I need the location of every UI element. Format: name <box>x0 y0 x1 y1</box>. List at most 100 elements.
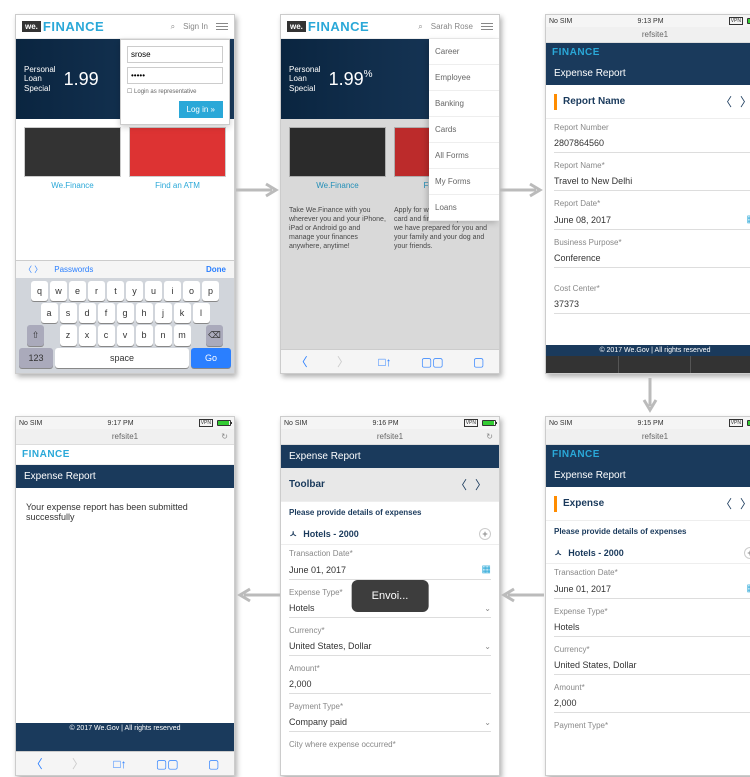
go-key[interactable]: Go <box>191 348 231 368</box>
menu-icon[interactable] <box>481 23 493 30</box>
key-e[interactable]: e <box>69 281 86 301</box>
key-a[interactable]: a <box>41 303 58 323</box>
key-v[interactable]: v <box>117 325 134 346</box>
tile-wefinance[interactable]: We.Finance <box>24 127 121 190</box>
add-icon[interactable]: + <box>479 528 491 540</box>
fwd-icon[interactable]: 〉 <box>72 755 84 772</box>
address-bar[interactable]: refsite1 <box>642 30 668 39</box>
space-key[interactable]: space <box>55 348 189 368</box>
key-d[interactable]: d <box>79 303 96 323</box>
back-icon[interactable]: 〈 <box>296 353 308 370</box>
tiles: We.Finance Find an ATM <box>16 119 234 198</box>
passwords-link[interactable]: Passwords <box>54 265 93 274</box>
key-s[interactable]: s <box>60 303 77 323</box>
key-u[interactable]: u <box>145 281 162 301</box>
key-g[interactable]: g <box>117 303 134 323</box>
bookmarks-icon[interactable]: ▢▢ <box>421 355 444 369</box>
key-t[interactable]: t <box>107 281 124 301</box>
login-button[interactable]: Log in » <box>179 101 223 118</box>
flow-arrow <box>500 585 544 605</box>
tabs-icon[interactable]: ▢ <box>208 757 219 771</box>
menu-icon[interactable] <box>216 23 228 30</box>
refresh-icon[interactable]: ↻ <box>221 432 228 441</box>
keyboard[interactable]: qwertyuiop asdfghjkl ⇧ zxcvbnm ⌫ 123spaceG… <box>16 278 234 373</box>
tabs-icon[interactable]: ▢ <box>473 355 484 369</box>
report-number-input[interactable]: 2807864560 <box>554 134 750 153</box>
amount-input[interactable]: 2,000 <box>554 694 750 713</box>
calendar-icon[interactable]: ▦ <box>747 214 750 225</box>
logo-finance: FINANCE <box>552 47 600 58</box>
section-report-name: Report Name〈〉 <box>546 85 750 119</box>
prev-icon[interactable]: 〈 <box>716 495 736 512</box>
accordion-hotels[interactable]: ㅅHotels - 2000+ <box>546 542 750 564</box>
screen-success: No SIM9:17 PMVPN refsite1↻ FINANCE Expen… <box>15 416 235 776</box>
key-z[interactable]: z <box>60 325 77 346</box>
purpose-input[interactable]: Conference <box>554 249 750 268</box>
search-icon[interactable]: ⌕ <box>171 22 175 32</box>
expense-type-select[interactable]: Hotels⌄ <box>554 618 750 637</box>
toolbar-label: Toolbar <box>289 479 451 490</box>
flow-arrow <box>640 378 660 414</box>
cost-center-input[interactable]: 37373 <box>554 295 750 314</box>
brand-bar: we.FINANCE ⌕Sarah Rose <box>281 15 499 39</box>
user-name[interactable]: Sarah Rose <box>431 22 473 31</box>
sending-toast: Envoi... <box>352 580 429 612</box>
numbers-key[interactable]: 123 <box>19 348 53 368</box>
key-f[interactable]: f <box>98 303 115 323</box>
signin-link[interactable]: Sign In <box>183 22 208 31</box>
done-button[interactable]: Done <box>206 265 226 274</box>
key-i[interactable]: i <box>164 281 181 301</box>
key-o[interactable]: o <box>183 281 200 301</box>
shift-key[interactable]: ⇧ <box>27 325 44 346</box>
key-m[interactable]: m <box>174 325 191 346</box>
search-icon[interactable]: ⌕ <box>418 22 422 32</box>
key-b[interactable]: b <box>136 325 153 346</box>
menu-item-employee[interactable]: Employee <box>429 65 499 91</box>
tile-atm[interactable]: Find an ATM <box>129 127 226 190</box>
menu-item-banking[interactable]: Banking <box>429 91 499 117</box>
flow-arrow <box>236 180 280 200</box>
screen-sending: No SIM9:16 PMVPN refsite1↻ Expense Repor… <box>280 416 500 776</box>
menu-item-loans[interactable]: Loans <box>429 195 499 221</box>
key-p[interactable]: p <box>202 281 219 301</box>
key-y[interactable]: y <box>126 281 143 301</box>
key-l[interactable]: l <box>193 303 210 323</box>
menu-item-career[interactable]: Career <box>429 39 499 65</box>
accordion-hotels[interactable]: ㅅHotels - 2000+ <box>281 523 499 545</box>
share-icon[interactable]: □↑ <box>113 757 126 771</box>
flow-arrow <box>500 180 544 200</box>
calendar-icon[interactable]: ▦ <box>747 583 750 594</box>
key-k[interactable]: k <box>174 303 191 323</box>
next-icon[interactable]: 〉 <box>736 93 750 110</box>
next-icon[interactable]: 〉 <box>736 495 750 512</box>
backspace-key[interactable]: ⌫ <box>206 325 223 346</box>
prev-icon[interactable]: 〈 <box>716 93 736 110</box>
transaction-date-input[interactable]: June 01, 2017▦ <box>554 579 750 599</box>
report-date-input[interactable]: June 08, 2017▦ <box>554 210 750 230</box>
report-name-input[interactable]: Travel to New Delhi <box>554 172 750 191</box>
menu-item-my-forms[interactable]: My Forms <box>429 169 499 195</box>
banner-rate: 1.99 <box>64 69 99 90</box>
username-input[interactable] <box>127 46 223 63</box>
success-message: Your expense report has been submitted s… <box>16 488 234 536</box>
key-w[interactable]: w <box>50 281 67 301</box>
rep-checkbox[interactable]: ☐ Login as representative <box>127 88 223 95</box>
menu-item-all-forms[interactable]: All Forms <box>429 143 499 169</box>
share-icon[interactable]: □↑ <box>378 355 391 369</box>
prev-icon[interactable]: 〈 <box>451 476 471 493</box>
key-j[interactable]: j <box>155 303 172 323</box>
key-r[interactable]: r <box>88 281 105 301</box>
menu-item-cards[interactable]: Cards <box>429 117 499 143</box>
key-h[interactable]: h <box>136 303 153 323</box>
bookmarks-icon[interactable]: ▢▢ <box>156 757 179 771</box>
add-icon[interactable]: + <box>744 547 750 559</box>
password-input[interactable] <box>127 67 223 84</box>
key-c[interactable]: c <box>98 325 115 346</box>
next-icon[interactable]: 〉 <box>471 476 491 493</box>
key-x[interactable]: x <box>79 325 96 346</box>
back-icon[interactable]: 〈 <box>31 755 43 772</box>
currency-select[interactable]: United States, Dollar⌄ <box>554 656 750 675</box>
fwd-icon[interactable]: 〉 <box>337 353 349 370</box>
key-n[interactable]: n <box>155 325 172 346</box>
key-q[interactable]: q <box>31 281 48 301</box>
